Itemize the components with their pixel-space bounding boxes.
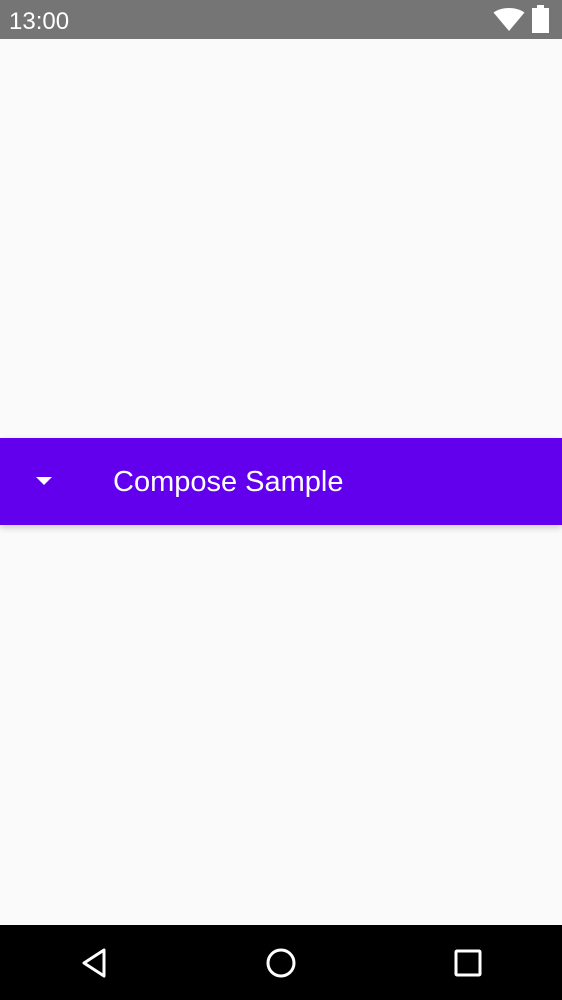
- main-content: Compose Sample: [0, 39, 562, 925]
- wifi-icon: [493, 8, 525, 31]
- status-time: 13:00: [9, 8, 70, 35]
- screen: 13:00 Compose Sample: [0, 0, 562, 1000]
- recents-icon: [454, 949, 482, 977]
- home-button[interactable]: [257, 939, 305, 987]
- dropdown-button[interactable]: [22, 460, 66, 504]
- battery-icon: [532, 5, 549, 33]
- navigation-bar: [0, 925, 562, 1000]
- back-button[interactable]: [70, 939, 118, 987]
- arrow-drop-down-icon: [36, 477, 52, 485]
- recents-button[interactable]: [444, 939, 492, 987]
- home-icon: [266, 948, 296, 978]
- status-bar: 13:00: [0, 0, 562, 39]
- app-title: Compose Sample: [113, 466, 344, 498]
- top-app-bar: Compose Sample: [0, 438, 562, 525]
- back-icon: [82, 948, 106, 978]
